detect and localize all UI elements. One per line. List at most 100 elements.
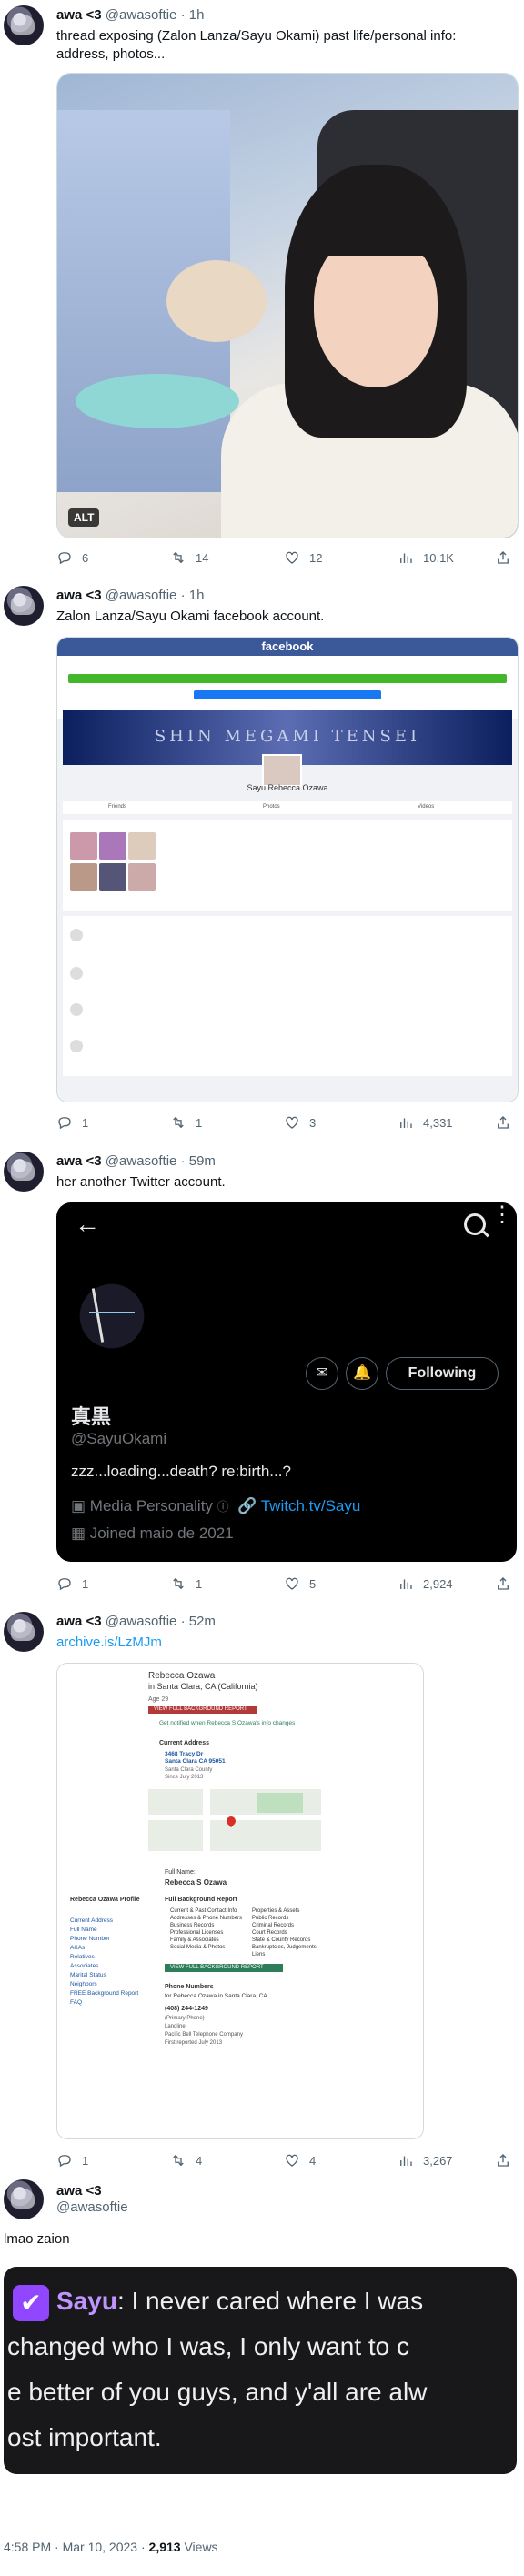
retweet-icon bbox=[173, 551, 184, 564]
view-count: 2,913 bbox=[148, 2540, 181, 2554]
chat-line-3: e better of you guys, and y'all are alw bbox=[7, 2378, 428, 2406]
tweet-text: lmao zaion bbox=[4, 2231, 70, 2247]
like-button[interactable]: 5 bbox=[284, 1575, 316, 1592]
avatar[interactable] bbox=[4, 2179, 44, 2219]
heart-icon bbox=[286, 2154, 298, 2167]
share-button[interactable] bbox=[495, 1575, 511, 1592]
reply-button[interactable]: 6 bbox=[56, 549, 88, 566]
views-button[interactable]: 3,267 bbox=[398, 2152, 453, 2168]
author-handle[interactable]: @awasoftie bbox=[56, 2199, 128, 2215]
profile-tabs: Friends Photos Videos bbox=[63, 801, 512, 814]
heart-icon bbox=[286, 1577, 298, 1590]
author-name[interactable]: awa <3 bbox=[56, 2183, 102, 2199]
tweet-photo[interactable]: ALT bbox=[56, 73, 519, 538]
heart-icon bbox=[286, 1116, 298, 1129]
retweet-button[interactable]: 1 bbox=[170, 1575, 202, 1592]
profile-link: Twitch.tv/Sayu bbox=[260, 1497, 361, 1514]
share-button[interactable] bbox=[495, 2152, 511, 2168]
verified-badge-icon: ✔ bbox=[13, 2285, 49, 2321]
reply-icon bbox=[58, 1578, 71, 1591]
author-name[interactable]: awa <3 bbox=[56, 7, 102, 23]
author-name[interactable]: awa <3 bbox=[56, 588, 102, 603]
archive-screenshot[interactable]: Rebecca Ozawa in Santa Clara, CA (Califo… bbox=[56, 1663, 424, 2139]
author-handle[interactable]: @awasoftie bbox=[106, 7, 177, 23]
views-icon bbox=[400, 1118, 412, 1128]
alt-badge[interactable]: ALT bbox=[68, 508, 100, 527]
link-icon: 🔗 bbox=[233, 1497, 257, 1514]
login-button bbox=[194, 690, 381, 699]
author-handle[interactable]: @awasoftie bbox=[106, 1614, 177, 1629]
friends-grid bbox=[63, 820, 512, 911]
avatar[interactable] bbox=[4, 1152, 44, 1192]
back-arrow-icon: ← bbox=[75, 1210, 100, 1238]
reply-button[interactable]: 1 bbox=[56, 1575, 88, 1592]
tweet-time[interactable]: 1h bbox=[189, 7, 205, 23]
message-button: ✉ bbox=[306, 1357, 338, 1390]
facebook-screenshot[interactable]: facebook SHIN MEGAMI TENSEI Sayu Rebecca… bbox=[56, 637, 519, 1102]
tweet-actions: 6 14 12 10.1K bbox=[56, 549, 517, 568]
profile-avatar bbox=[71, 1275, 153, 1357]
reply-icon bbox=[58, 2155, 71, 2168]
like-button[interactable]: 4 bbox=[284, 2152, 316, 2168]
tweet-text: Zalon Lanza/Sayu Okami facebook account. bbox=[56, 609, 325, 624]
heart-icon bbox=[286, 551, 298, 564]
retweet-icon bbox=[173, 2154, 184, 2167]
author-name[interactable]: awa <3 bbox=[56, 1153, 102, 1169]
tweet-header: awa <3 @awasoftie · 59m bbox=[56, 1153, 216, 1169]
info-icon: ⓘ bbox=[217, 1500, 229, 1514]
reply-icon bbox=[58, 552, 71, 565]
author-name[interactable]: awa <3 bbox=[56, 1614, 102, 1629]
share-icon bbox=[498, 1577, 509, 1590]
tweet-time[interactable]: 1h bbox=[189, 588, 205, 603]
views-button[interactable]: 10.1K bbox=[398, 549, 454, 566]
profile-bio: zzz...loading...death? re:birth...? bbox=[71, 1463, 291, 1480]
views-button[interactable]: 4,331 bbox=[398, 1114, 453, 1131]
archive-link[interactable]: archive.is/LzMJm bbox=[56, 1634, 511, 1652]
notify-button: 🔔 bbox=[346, 1357, 378, 1390]
tweet-actions: 1 1 5 2,924 bbox=[56, 1575, 517, 1594]
tweet-time[interactable]: 59m bbox=[189, 1153, 216, 1169]
chat-line-4: ost important. bbox=[7, 2423, 162, 2451]
author-handle[interactable]: @awasoftie bbox=[106, 588, 177, 603]
tweet-text: her another Twitter account. bbox=[56, 1174, 226, 1190]
reply-icon bbox=[58, 1117, 71, 1130]
retweet-button[interactable]: 4 bbox=[170, 2152, 202, 2168]
share-button[interactable] bbox=[495, 1114, 511, 1131]
avatar[interactable] bbox=[4, 5, 44, 45]
views-icon bbox=[400, 2156, 412, 2166]
profile-category: Media Personality bbox=[89, 1497, 213, 1514]
share-button[interactable] bbox=[495, 549, 511, 566]
reply-button[interactable]: 1 bbox=[56, 2152, 88, 2168]
following-button: Following bbox=[386, 1357, 499, 1390]
search-icon-handle bbox=[482, 1230, 489, 1238]
reply-button[interactable]: 1 bbox=[56, 1114, 88, 1131]
tweet-timestamp: 4:58 PM · Mar 10, 2023 · 2,913 Views bbox=[4, 2540, 218, 2554]
tweet-time[interactable]: 52m bbox=[189, 1614, 216, 1629]
tweet-header: awa <3 @awasoftie · 1h bbox=[56, 588, 205, 603]
like-button[interactable]: 3 bbox=[284, 1114, 316, 1131]
stream-chat-clip[interactable]: ✔ Sayu: I never cared where I was change… bbox=[4, 2267, 517, 2474]
views-icon bbox=[400, 553, 412, 563]
retweet-button[interactable]: 1 bbox=[170, 1114, 202, 1131]
tweet-header: awa <3 @awasoftie · 1h bbox=[56, 7, 205, 23]
profile-name: Sayu Rebecca Ozawa bbox=[247, 783, 328, 792]
profile-handle: @SayuOkami bbox=[71, 1430, 167, 1447]
about-list bbox=[63, 916, 512, 1076]
map bbox=[148, 1789, 321, 1851]
share-icon bbox=[498, 551, 509, 564]
join-button bbox=[68, 674, 507, 683]
tweet-actions: 1 1 3 4,331 bbox=[56, 1114, 517, 1132]
views-button[interactable]: 2,924 bbox=[398, 1575, 453, 1592]
tweet-header: awa <3 @awasoftie · 52m bbox=[56, 1614, 216, 1629]
like-button[interactable]: 12 bbox=[284, 549, 322, 566]
share-icon bbox=[498, 1116, 509, 1129]
avatar[interactable] bbox=[4, 586, 44, 626]
avatar[interactable] bbox=[4, 1612, 44, 1652]
chat-line-2: changed who I was, I only want to c bbox=[7, 2332, 410, 2360]
retweet-button[interactable]: 14 bbox=[170, 549, 208, 566]
share-icon bbox=[498, 2154, 509, 2167]
chat-speaker: Sayu bbox=[56, 2287, 117, 2315]
author-handle[interactable]: @awasoftie bbox=[106, 1153, 177, 1169]
twitter-profile-screenshot[interactable]: ← ⋮ ✉ 🔔 Following 真黒 @SayuOkami zzz...lo… bbox=[56, 1202, 517, 1562]
calendar-icon: ▦ bbox=[71, 1524, 86, 1542]
